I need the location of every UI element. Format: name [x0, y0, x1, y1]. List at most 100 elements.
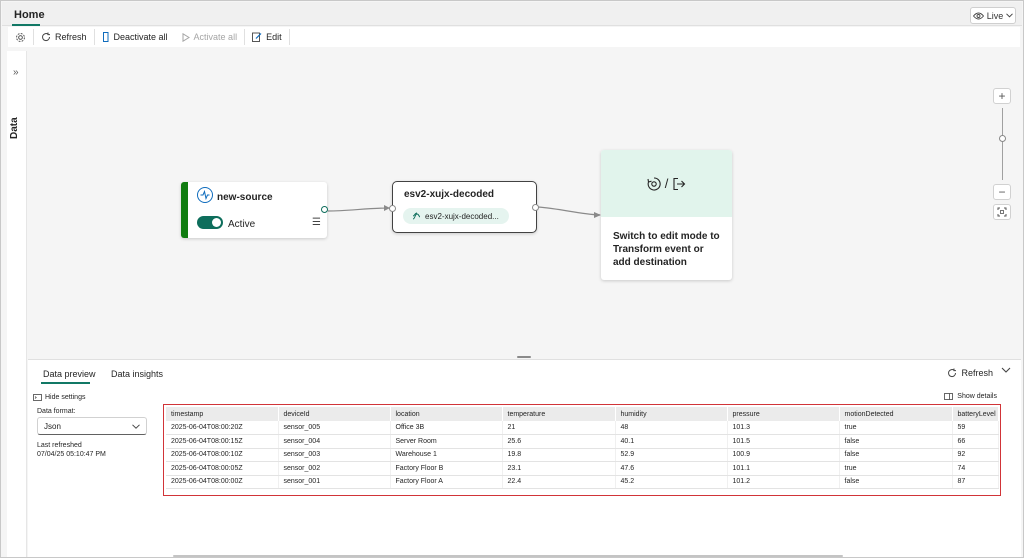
tab-data-insights[interactable]: Data insights	[111, 369, 163, 379]
data-format-label: Data format:	[37, 408, 76, 415]
source-active-toggle[interactable]	[197, 216, 223, 229]
column-header[interactable]: timestamp	[166, 407, 279, 421]
settings-button[interactable]	[8, 27, 33, 47]
source-status: Active	[228, 219, 256, 230]
table-cell: 100.9	[727, 448, 840, 462]
show-details-label: Show details	[957, 393, 997, 400]
hide-settings-button[interactable]: Hide settings	[33, 394, 85, 401]
table-cell: 2025-06-04T08:00:05Z	[166, 461, 279, 476]
table-cell: 101.5	[727, 434, 840, 449]
column-header[interactable]: batteryLevel	[952, 407, 999, 421]
toolbar-divider	[288, 29, 290, 45]
table-cell: sensor_003	[278, 448, 391, 462]
table-cell: true	[839, 461, 953, 476]
live-view-button[interactable]: Live	[970, 7, 1016, 24]
expand-chevron-icon[interactable]: »	[13, 67, 19, 78]
stream-icon	[412, 212, 421, 219]
table-cell: sensor_002	[278, 461, 391, 476]
tab-data-preview-underline	[41, 382, 90, 384]
refresh-label: Refresh	[55, 32, 87, 42]
last-refreshed-label: Last refreshed	[37, 442, 82, 449]
table-cell: 66	[952, 434, 999, 449]
tab-home[interactable]: Home	[14, 9, 45, 21]
table-cell: true	[839, 421, 953, 435]
table-cell: 47.6	[615, 461, 728, 476]
zoom-in-button[interactable]: +	[993, 88, 1011, 104]
activate-all-button[interactable]: Activate all	[175, 27, 245, 47]
stream-output-pill[interactable]: esv2-xujx-decoded...	[403, 208, 509, 224]
eventstream-name: esv2-xujx-decoded	[404, 189, 495, 200]
export-destination-icon	[673, 177, 686, 190]
table-cell: 52.9	[615, 448, 728, 462]
table-cell: 101.2	[727, 475, 840, 489]
table-cell: sensor_005	[278, 421, 391, 435]
chevron-down-icon	[132, 423, 140, 429]
table-cell: 25.6	[502, 434, 616, 449]
source-node[interactable]: new-source Active ☰	[181, 182, 327, 238]
chevron-down-icon	[1006, 13, 1014, 18]
preview-refresh-button[interactable]: Refresh	[947, 368, 993, 378]
table-cell: 2025-06-04T08:00:10Z	[166, 448, 279, 462]
destination-placeholder-node[interactable]: / Switch to edit mode to Transform event…	[601, 150, 732, 280]
collapse-panel-chevron-icon[interactable]	[1001, 366, 1011, 377]
table-row: 2025-06-04T08:00:10Z sensor_003 Warehous…	[166, 448, 999, 462]
edit-button[interactable]: Edit	[245, 27, 289, 47]
source-output-port[interactable]	[321, 206, 328, 213]
table-cell: 19.8	[502, 448, 616, 462]
column-header[interactable]: motionDetected	[839, 407, 953, 421]
data-format-select[interactable]: Json	[37, 417, 147, 435]
table-row: 2025-06-04T08:00:20Z sensor_005 Office 3…	[166, 421, 999, 435]
show-details-button[interactable]: Show details	[944, 393, 997, 400]
deactivate-all-button[interactable]: Deactivate all	[95, 27, 175, 47]
fit-to-screen-button[interactable]	[993, 204, 1011, 220]
fit-view-icon	[997, 207, 1007, 217]
table-cell: 40.1	[615, 434, 728, 449]
table-cell: 101.1	[727, 461, 840, 476]
table-row: 2025-06-04T08:00:05Z sensor_002 Factory …	[166, 461, 999, 476]
source-menu-icon[interactable]: ☰	[312, 217, 321, 228]
rail-label[interactable]: Data	[9, 117, 20, 139]
live-label: Live	[986, 10, 1004, 21]
column-header[interactable]: location	[390, 407, 503, 421]
table-cell: 23.1	[502, 461, 616, 476]
table-cell: false	[839, 475, 953, 489]
column-header[interactable]: deviceId	[278, 407, 391, 421]
zoom-out-button[interactable]: −	[993, 184, 1011, 200]
play-icon	[182, 32, 190, 42]
flow-canvas[interactable]: new-source Active ☰ esv2-xujx-decoded es…	[28, 51, 1021, 357]
table-row: 2025-06-04T08:00:15Z sensor_004 Server R…	[166, 434, 999, 449]
eventstream-node[interactable]: esv2-xujx-decoded esv2-xujx-decoded...	[392, 181, 537, 233]
destination-hint-text: Switch to edit mode to Transform event o…	[613, 231, 720, 268]
table-cell: 45.2	[615, 475, 728, 489]
transform-icon	[647, 176, 661, 191]
zoom-slider[interactable]	[998, 108, 1006, 180]
table-cell: 59	[952, 421, 999, 435]
tab-bar: Home Live	[2, 2, 1022, 26]
table-cell: 74	[952, 461, 999, 476]
tab-data-preview[interactable]: Data preview	[43, 369, 96, 379]
event-source-icon	[197, 187, 213, 203]
eventstream-input-port[interactable]	[389, 205, 396, 212]
refresh-button[interactable]: Refresh	[34, 27, 94, 47]
horizontal-scrollbar[interactable]	[173, 555, 843, 557]
settings-panel-icon	[33, 394, 42, 401]
column-header[interactable]: pressure	[727, 407, 840, 421]
table-cell: false	[839, 448, 953, 462]
table-cell: 87	[952, 475, 999, 489]
zoom-slider-handle[interactable]	[998, 135, 1006, 142]
table-cell: 101.3	[727, 421, 840, 435]
source-name: new-source	[217, 192, 273, 203]
panel-resize-handle[interactable]	[517, 356, 531, 358]
data-preview-panel: Data preview Data insights Refresh Hide …	[28, 359, 1021, 557]
column-header[interactable]: humidity	[615, 407, 728, 421]
details-panel-icon	[944, 393, 954, 400]
data-format-value: Json	[44, 421, 61, 431]
activate-all-label: Activate all	[193, 32, 238, 42]
table-cell: 92	[952, 448, 999, 462]
refresh-icon	[42, 32, 51, 42]
refresh-icon	[948, 368, 957, 378]
column-header[interactable]: temperature	[502, 407, 616, 421]
zoom-controls: + −	[993, 88, 1011, 220]
data-preview-table-highlight: timestamp deviceId location temperature …	[163, 404, 1001, 496]
eventstream-output-port[interactable]	[532, 204, 539, 211]
